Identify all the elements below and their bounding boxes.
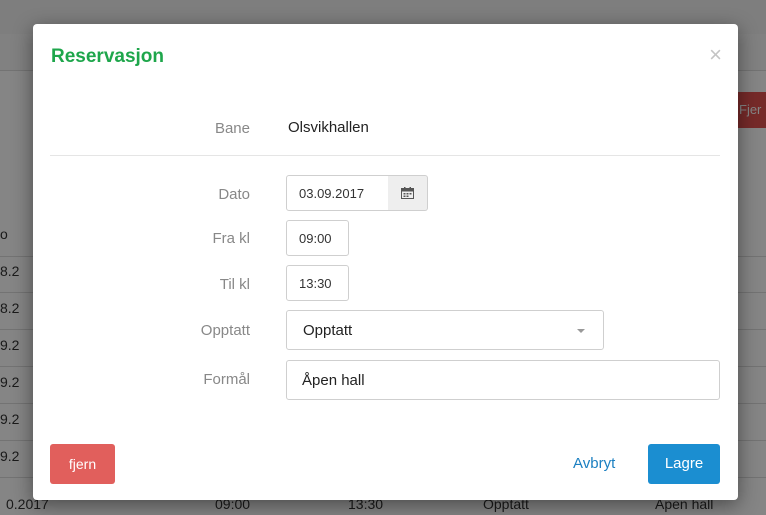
save-button[interactable]: Lagre — [648, 444, 720, 484]
chevron-down-icon — [577, 329, 585, 333]
purpose-input[interactable] — [286, 360, 720, 400]
calendar-icon — [401, 187, 414, 199]
status-select-value: Opptatt — [303, 322, 353, 339]
formal-label: Formål — [203, 371, 250, 388]
modal-title: Reservasjon — [51, 46, 165, 67]
calendar-button[interactable] — [388, 175, 428, 211]
divider — [50, 155, 720, 156]
bane-value: Olsvikhallen — [288, 119, 369, 136]
from-time-input[interactable] — [286, 220, 349, 256]
date-input[interactable] — [286, 175, 389, 211]
opptatt-label: Opptatt — [200, 322, 250, 339]
til-label: Til kl — [219, 276, 250, 293]
reservation-modal: Reservasjon × Bane Olsvikhallen Dato Fra… — [33, 24, 738, 500]
delete-button[interactable]: fjern — [50, 444, 115, 484]
to-time-input[interactable] — [286, 265, 349, 301]
close-icon[interactable]: × — [709, 44, 722, 66]
bane-label: Bane — [214, 120, 250, 137]
cancel-button[interactable]: Avbryt — [573, 455, 615, 472]
dato-label: Dato — [218, 186, 250, 203]
fra-label: Fra kl — [212, 230, 251, 247]
status-select[interactable]: Opptatt — [286, 310, 604, 350]
